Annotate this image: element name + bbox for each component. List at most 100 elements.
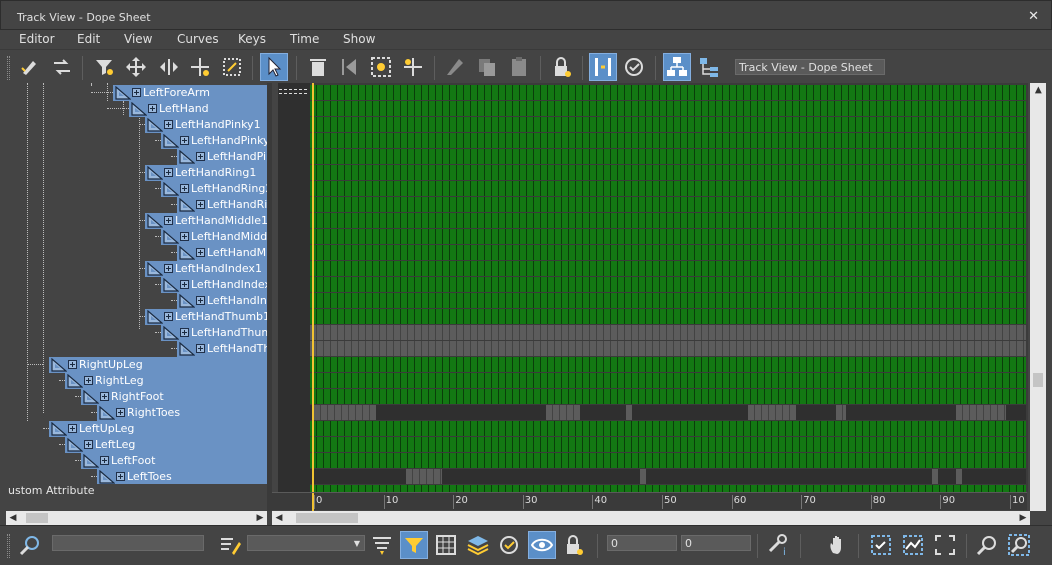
zoom-region-icon[interactable] bbox=[1005, 531, 1033, 559]
zoom-horizontal-icon[interactable] bbox=[867, 531, 895, 559]
tree-item-label[interactable]: LeftHandThumb1 bbox=[175, 310, 267, 323]
expand-plus-icon[interactable] bbox=[196, 296, 205, 305]
key-range-segment[interactable] bbox=[406, 469, 442, 484]
copy-icon[interactable] bbox=[473, 53, 501, 81]
menu-edit[interactable]: Edit bbox=[77, 32, 100, 46]
funnel-icon[interactable] bbox=[90, 53, 118, 81]
key-range-segment[interactable] bbox=[836, 405, 846, 420]
dope-scroll-thumb[interactable] bbox=[296, 513, 358, 523]
expand-plus-icon[interactable] bbox=[164, 264, 173, 273]
expand-plus-icon[interactable] bbox=[180, 136, 189, 145]
snap-icon[interactable] bbox=[367, 53, 395, 81]
region-icon[interactable] bbox=[335, 53, 363, 81]
expand-plus-icon[interactable] bbox=[196, 152, 205, 161]
dope-sheet-track-row[interactable] bbox=[310, 245, 1026, 260]
search-input[interactable] bbox=[52, 535, 204, 551]
scroll-right-icon[interactable]: ▶ bbox=[1016, 511, 1030, 525]
dope-sheet-track-row[interactable] bbox=[310, 293, 1026, 308]
scroll-left-icon[interactable]: ◀ bbox=[272, 511, 286, 525]
key-range-segment[interactable] bbox=[314, 405, 376, 420]
tree-item-label[interactable]: LeftHandPinky bbox=[207, 150, 267, 163]
menu-keys[interactable]: Keys bbox=[238, 32, 266, 46]
dope-sheet-track-row[interactable] bbox=[310, 405, 1026, 420]
frame-field[interactable]: 0 bbox=[607, 535, 677, 551]
dope-sheet-track-row[interactable] bbox=[310, 309, 1026, 324]
selection-dropdown[interactable]: ▼ bbox=[247, 535, 365, 551]
expand-plus-icon[interactable] bbox=[84, 440, 93, 449]
expand-plus-icon[interactable] bbox=[84, 376, 93, 385]
tree-item-label[interactable]: LeftHandIndex1 bbox=[175, 262, 262, 275]
dope-sheet-track-row[interactable] bbox=[310, 373, 1026, 388]
expand-plus-icon[interactable] bbox=[196, 200, 205, 209]
layers-icon[interactable] bbox=[464, 531, 492, 559]
key-range-segment[interactable] bbox=[748, 405, 796, 420]
expand-plus-icon[interactable] bbox=[116, 472, 125, 481]
dope-sheet-track-row[interactable] bbox=[310, 165, 1026, 180]
close-icon[interactable]: ✕ bbox=[1028, 9, 1039, 24]
dope-sheet-track-row[interactable] bbox=[310, 101, 1026, 116]
dope-sheet-track-row[interactable] bbox=[310, 133, 1026, 148]
value-field[interactable]: 0 bbox=[681, 535, 751, 551]
lock-icon[interactable] bbox=[48, 53, 76, 81]
menu-curves[interactable]: Curves bbox=[177, 32, 219, 46]
dope-sheet-track-row[interactable] bbox=[310, 325, 1026, 340]
tree-item-label[interactable]: LeftHand bbox=[159, 102, 209, 115]
tree-item-label[interactable]: LeftHandRing1 bbox=[175, 166, 256, 179]
slide-keys-icon[interactable] bbox=[155, 53, 183, 81]
menu-show[interactable]: Show bbox=[343, 32, 375, 46]
view-name-field[interactable]: Track View - Dope Sheet bbox=[735, 59, 885, 75]
expand-plus-icon[interactable] bbox=[164, 168, 173, 177]
expand-plus-icon[interactable] bbox=[196, 248, 205, 257]
key-range-segment[interactable] bbox=[640, 469, 646, 484]
insert-icon[interactable] bbox=[399, 53, 427, 81]
keyable-icon[interactable] bbox=[621, 53, 649, 81]
scroll-up-icon[interactable]: ◀ bbox=[1031, 83, 1045, 97]
dope-sheet-track-row[interactable] bbox=[310, 421, 1026, 436]
tree-scroll-thumb[interactable] bbox=[26, 513, 48, 523]
expand-plus-icon[interactable] bbox=[180, 280, 189, 289]
toolbar-grip[interactable] bbox=[7, 56, 10, 80]
dope-sheet-track-row[interactable] bbox=[310, 85, 1026, 100]
expand-plus-icon[interactable] bbox=[100, 456, 109, 465]
expand-plus-icon[interactable] bbox=[116, 408, 125, 417]
dope-sheet-track-row[interactable] bbox=[310, 197, 1026, 212]
scroll-right-icon[interactable]: ▶ bbox=[253, 511, 267, 525]
expand-plus-icon[interactable] bbox=[132, 88, 141, 97]
key-range-segment[interactable] bbox=[932, 469, 938, 484]
dope-sheet-track-row[interactable] bbox=[310, 389, 1026, 404]
show-only-selected-icon[interactable] bbox=[528, 531, 556, 559]
dope-sheet-track-row[interactable] bbox=[310, 437, 1026, 452]
tree-item-label[interactable]: LeftHandRing2 bbox=[191, 182, 267, 195]
dope-sheet-track-row[interactable] bbox=[310, 277, 1026, 292]
visible-objects-icon[interactable] bbox=[496, 531, 524, 559]
zoom-value-icon[interactable] bbox=[899, 531, 927, 559]
tree-item-label[interactable]: LeftHandMiddle1 bbox=[175, 214, 267, 227]
expand-plus-icon[interactable] bbox=[68, 360, 77, 369]
tree-item-label[interactable]: LeftHandRing bbox=[207, 198, 267, 211]
time-ruler[interactable]: 0 10 20 30 40 50 60 70 80 90 10 bbox=[272, 492, 1027, 511]
zoom-extents-icon[interactable] bbox=[931, 531, 959, 559]
move-keys-icon[interactable] bbox=[122, 53, 150, 81]
dope-sheet-track-row[interactable] bbox=[310, 213, 1026, 228]
dope-sheet-track-row[interactable] bbox=[310, 469, 1026, 484]
tree-item-label[interactable]: RightToes bbox=[127, 406, 180, 419]
range-selection-marker[interactable] bbox=[279, 89, 307, 94]
pen-icon[interactable] bbox=[441, 53, 469, 81]
tree-item-label[interactable]: LeftHandThumb2 bbox=[191, 326, 267, 339]
dope-sheet-track-row[interactable] bbox=[310, 117, 1026, 132]
statusbar-grip[interactable] bbox=[7, 534, 10, 558]
key-range-segment[interactable] bbox=[626, 405, 632, 420]
dope-sheet-track-row[interactable] bbox=[310, 261, 1026, 276]
tree-item-label[interactable]: LeftFoot bbox=[111, 454, 155, 467]
expand-plus-icon[interactable] bbox=[196, 344, 205, 353]
menu-time[interactable]: Time bbox=[290, 32, 319, 46]
expand-plus-icon[interactable] bbox=[100, 392, 109, 401]
tree-view-icon[interactable] bbox=[663, 53, 691, 81]
delete-icon[interactable] bbox=[304, 53, 332, 81]
dope-sheet-track-row[interactable] bbox=[310, 181, 1026, 196]
edit-text-icon[interactable] bbox=[216, 531, 244, 559]
menu-view[interactable]: View bbox=[124, 32, 152, 46]
tree-item-label[interactable]: RightFoot bbox=[111, 390, 164, 403]
dope-sheet-track-row[interactable] bbox=[310, 453, 1026, 468]
tree-item-label[interactable]: RightUpLeg bbox=[79, 358, 143, 371]
